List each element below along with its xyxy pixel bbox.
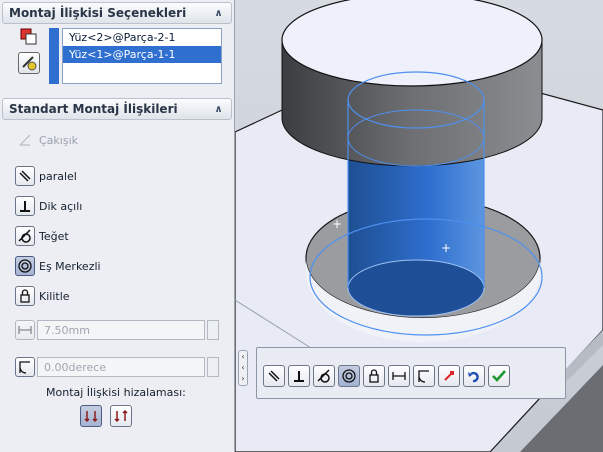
distance-icon[interactable]: [15, 320, 35, 340]
standard-mates-title: Standart Montaj İlişkileri: [9, 102, 178, 116]
lock-icon: [15, 286, 35, 306]
list-item[interactable]: Yüz<2>@Parça-2-1: [63, 29, 221, 46]
concentric-icon: [15, 256, 35, 276]
concentric-icon[interactable]: [338, 365, 360, 387]
mate-option-label: Eş Merkezli: [39, 259, 101, 273]
mate-option-concentric[interactable]: Eş Merkezli: [15, 256, 101, 276]
mate-option-lock[interactable]: Kilitle: [15, 286, 70, 306]
parallel-icon[interactable]: [263, 365, 285, 387]
angle-icon[interactable]: [15, 357, 35, 377]
distance-icon[interactable]: [388, 365, 410, 387]
mate-option-label: Kilitle: [39, 289, 70, 303]
undo-icon[interactable]: [463, 365, 485, 387]
flip-selection-button[interactable]: [18, 52, 40, 74]
coincident-icon: [15, 130, 35, 150]
property-manager-panel: Montaj İlişkisi Seçenekleri ∧ Yüz<2>@Par…: [0, 0, 235, 452]
collapse-chevron-icon[interactable]: ∧: [212, 103, 225, 116]
angle-spinner[interactable]: [207, 357, 219, 377]
ok-check-icon[interactable]: [488, 365, 510, 387]
anti-aligned-icon[interactable]: [110, 405, 132, 427]
standard-mates-header[interactable]: Standart Montaj İlişkileri ∧: [2, 98, 232, 120]
lock-icon[interactable]: [363, 365, 385, 387]
perpendicular-icon: [15, 196, 35, 216]
mate-option-coincident[interactable]: Çakışık: [15, 130, 78, 150]
selected-cylinder-bottom: [347, 259, 485, 317]
distance-input[interactable]: 7.50mm: [37, 320, 205, 340]
selection-marker: [49, 28, 59, 84]
angle-input[interactable]: 0.00derece: [37, 357, 205, 377]
origin-mark-1: +: [332, 217, 342, 231]
tangent-icon: [15, 226, 35, 246]
panel-splitter-handle[interactable]: ‹ ‹ ›: [238, 350, 248, 386]
mate-selections-list[interactable]: Yüz<2>@Parça-2-1 Yüz<1>@Parça-1-1: [62, 28, 222, 84]
collapse-chevron-icon[interactable]: ∧: [212, 7, 225, 20]
angle-icon[interactable]: [413, 365, 435, 387]
parallel-icon: [15, 166, 35, 186]
mate-selections-title: Montaj İlişkisi Seçenekleri: [9, 6, 187, 20]
mate-option-tangent[interactable]: Teğet: [15, 226, 69, 246]
mate-option-label: Çakışık: [39, 133, 79, 147]
mate-option-label: paralel: [39, 169, 77, 183]
alignment-label: Montaj İlişkisi hizalaması:: [46, 386, 186, 399]
mate-entities-icon: [19, 27, 39, 47]
mate-option-label: Dik açılı: [39, 199, 83, 213]
perpendicular-icon[interactable]: [288, 365, 310, 387]
flip-alignment-icon[interactable]: [438, 365, 460, 387]
mate-option-parallel[interactable]: paralel: [15, 166, 77, 186]
tangent-icon[interactable]: [313, 365, 335, 387]
mate-option-perpendicular[interactable]: Dik açılı: [15, 196, 82, 216]
mate-option-label: Teğet: [39, 229, 69, 243]
list-item-selected[interactable]: Yüz<1>@Parça-1-1: [63, 46, 221, 63]
mate-popup-toolbar: [256, 347, 566, 399]
origin-mark-2: +: [441, 241, 451, 255]
boss-cylinder-top: [281, 0, 543, 87]
aligned-icon[interactable]: [80, 405, 102, 427]
distance-spinner[interactable]: [207, 320, 219, 340]
mate-selections-header[interactable]: Montaj İlişkisi Seçenekleri ∧: [2, 2, 232, 24]
